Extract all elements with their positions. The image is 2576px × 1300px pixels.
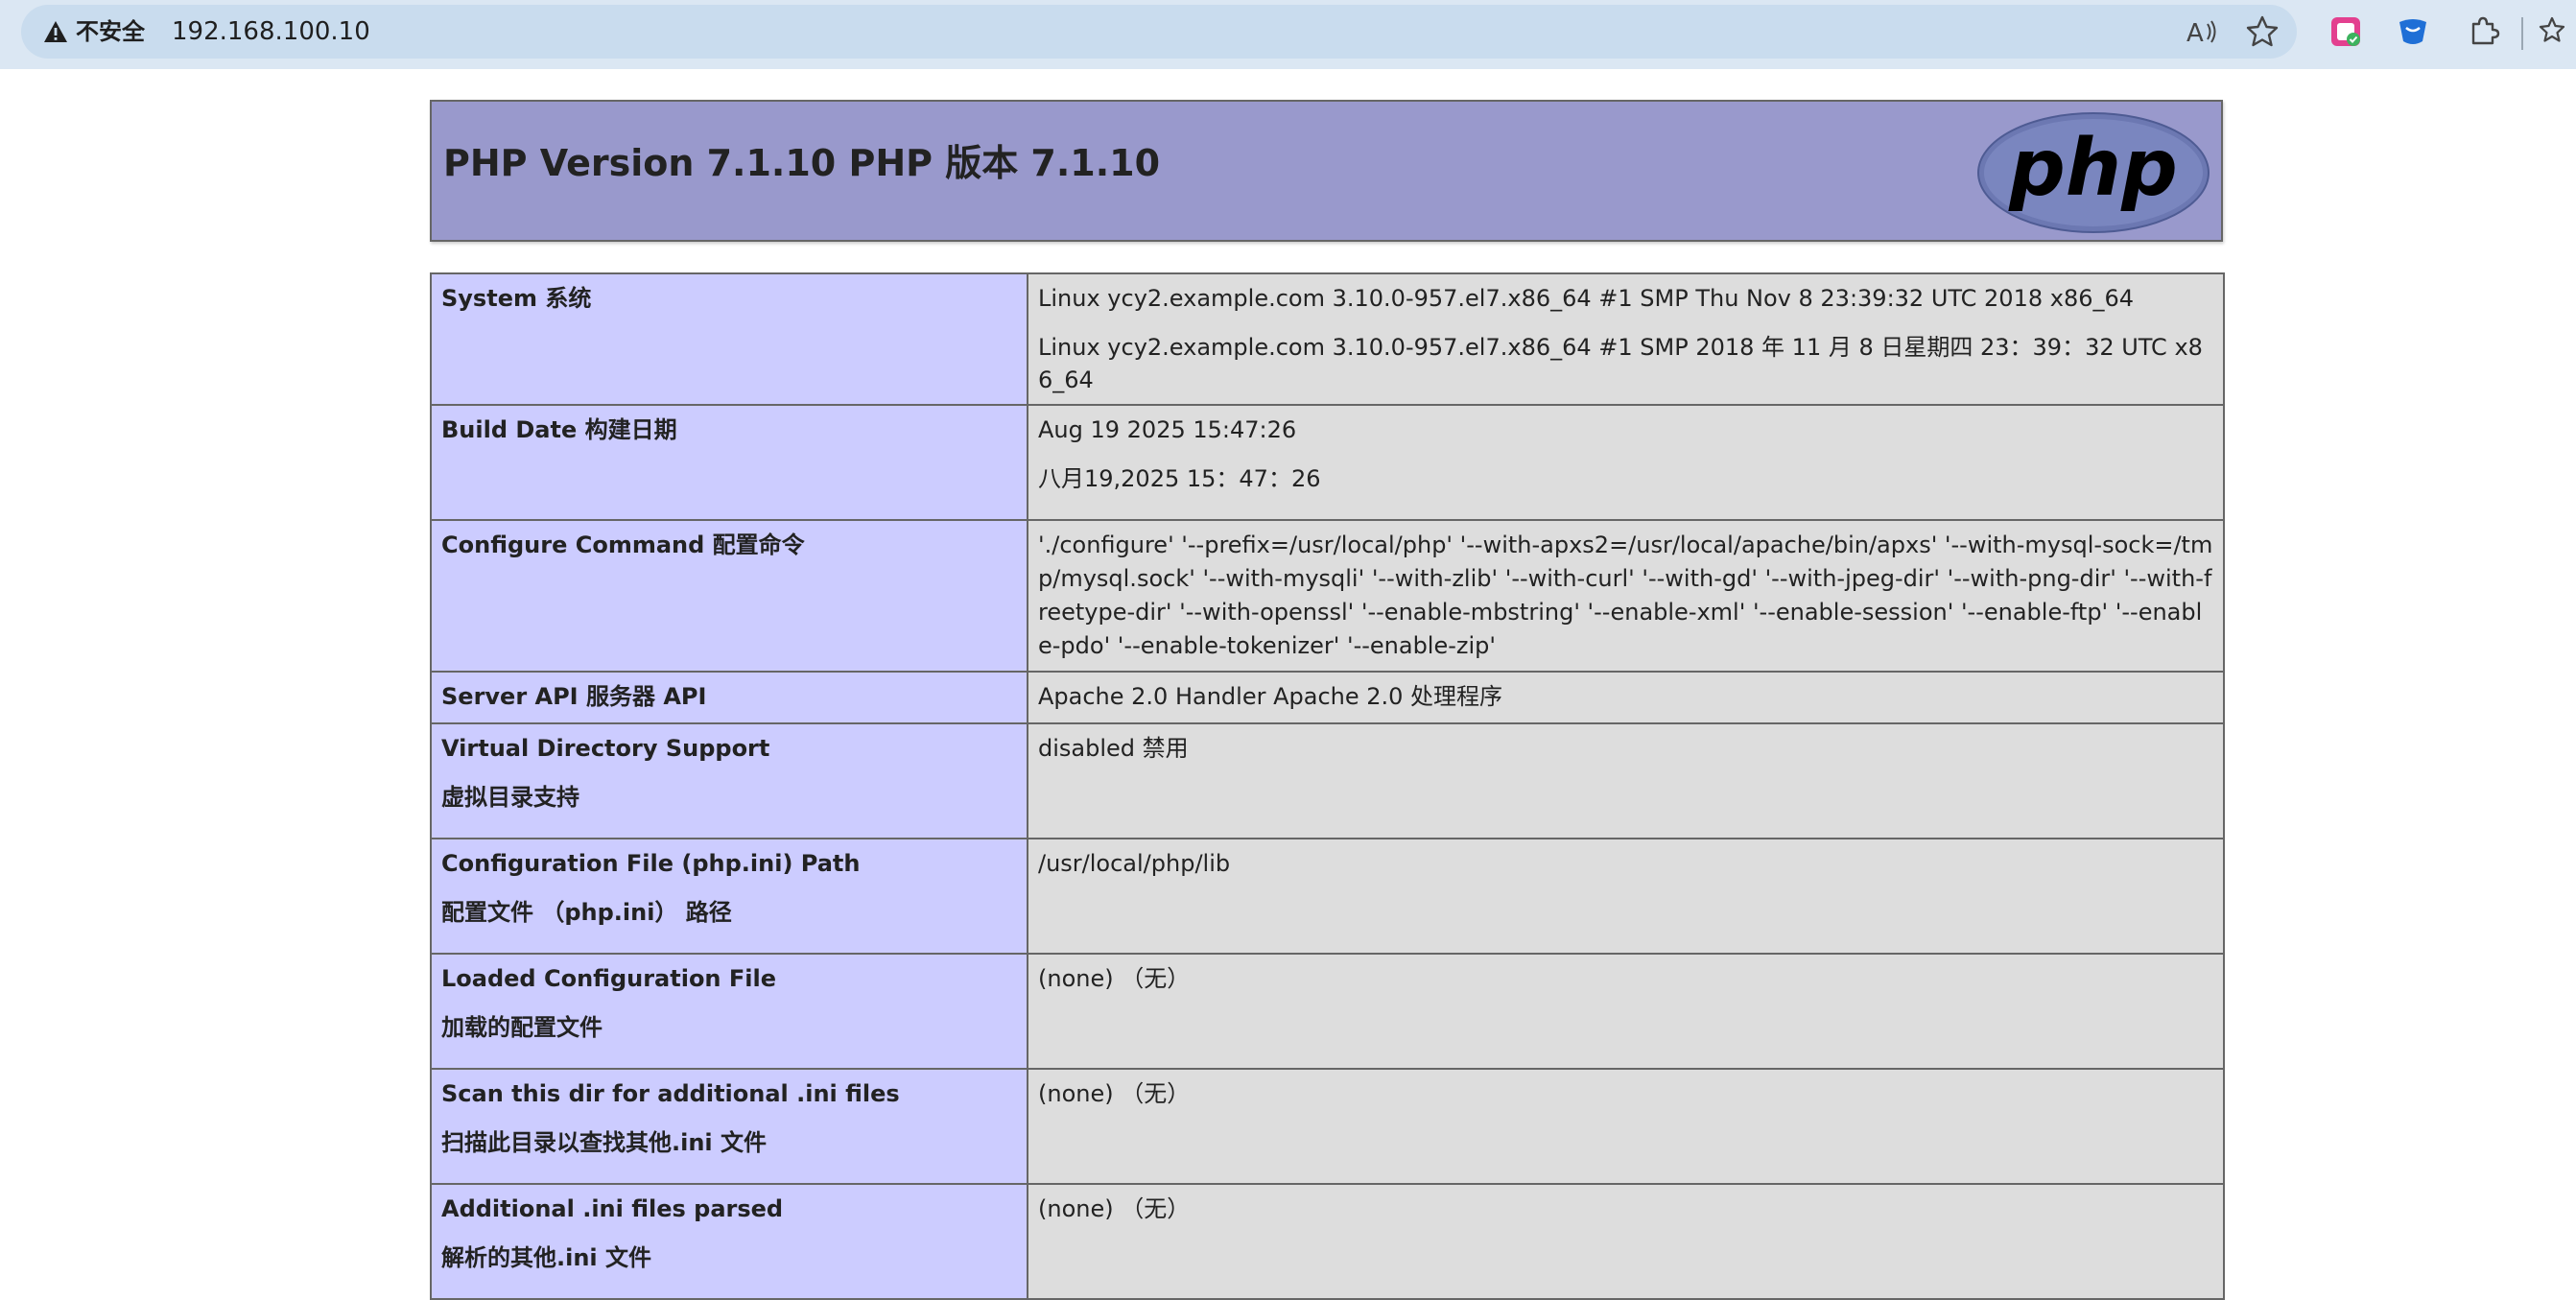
table-row: Virtual Directory Support 虚拟目录支持 disable…	[430, 722, 2225, 839]
key-text: 解析的其他.ini 文件	[441, 1244, 652, 1271]
key-text: 配置文件 （php.ini） 路径	[441, 899, 732, 926]
key-text: System 系统	[441, 285, 592, 312]
value-text: Apache 2.0 Handler Apache 2.0 处理程序	[1038, 683, 1503, 710]
key-text: 加载的配置文件	[441, 1014, 603, 1041]
key-text: Server API 服务器 API	[441, 683, 707, 710]
extension-icon[interactable]	[2394, 12, 2432, 51]
row-value: Apache 2.0 Handler Apache 2.0 处理程序	[1027, 671, 2225, 724]
key-text: Configuration File (php.ini) Path	[441, 850, 861, 877]
row-value: disabled 禁用	[1027, 722, 2225, 839]
row-key: Configuration File (php.ini) Path 配置文件 （…	[430, 838, 1028, 955]
table-row: Additional .ini files parsed 解析的其他.ini 文…	[430, 1183, 2225, 1300]
puzzle-extensions-icon[interactable]	[2464, 12, 2502, 51]
row-value: './configure' '--prefix=/usr/local/php' …	[1027, 519, 2225, 673]
value-text: (none) （无）	[1038, 1080, 1191, 1107]
favorites-list-icon[interactable]	[2538, 12, 2576, 51]
value-text: Aug 19 2025 15:47:26	[1038, 416, 1297, 443]
phpinfo-page: PHP Version 7.1.10 PHP 版本 7.1.10 php Sys…	[430, 100, 2225, 1300]
configure-command-text: './configure' '--prefix=/usr/local/php' …	[1038, 532, 2213, 659]
browser-toolbar: 不安全 192.168.100.10 A	[0, 0, 2576, 69]
key-text: Loaded Configuration File	[441, 965, 776, 992]
page-title: PHP Version 7.1.10 PHP 版本 7.1.10	[443, 142, 1161, 184]
toolbar-separator	[2521, 17, 2523, 50]
row-key: Server API 服务器 API	[430, 671, 1028, 724]
value-text: Linux ycy2.example.com 3.10.0-957.el7.x8…	[1038, 285, 2135, 312]
table-row: Server API 服务器 API Apache 2.0 Handler Ap…	[430, 671, 2225, 724]
row-value: Linux ycy2.example.com 3.10.0-957.el7.x8…	[1027, 272, 2225, 406]
svg-text:A: A	[2186, 19, 2204, 48]
table-row: System 系统 Linux ycy2.example.com 3.10.0-…	[430, 272, 2225, 406]
security-label[interactable]: 不安全	[76, 14, 145, 49]
key-text: Virtual Directory Support	[441, 735, 770, 762]
php-version-header: PHP Version 7.1.10 PHP 版本 7.1.10 php	[430, 100, 2223, 242]
key-text: Scan this dir for additional .ini files	[441, 1080, 900, 1107]
read-aloud-icon[interactable]: A	[2183, 12, 2221, 51]
value-text: /usr/local/php/lib	[1038, 850, 1231, 877]
table-row: Configuration File (php.ini) Path 配置文件 （…	[430, 838, 2225, 955]
row-key: Build Date 构建日期	[430, 404, 1028, 521]
warning-icon[interactable]	[42, 18, 69, 45]
row-key: Scan this dir for additional .ini files …	[430, 1068, 1028, 1185]
row-value: (none) （无）	[1027, 1068, 2225, 1185]
extension-icon[interactable]	[2327, 12, 2365, 51]
key-text: Configure Command 配置命令	[441, 532, 805, 558]
url-text[interactable]: 192.168.100.10	[172, 14, 370, 49]
php-info-table: System 系统 Linux ycy2.example.com 3.10.0-…	[430, 272, 2225, 1300]
table-row: Loaded Configuration File 加载的配置文件 (none)…	[430, 953, 2225, 1070]
row-key: Virtual Directory Support 虚拟目录支持	[430, 722, 1028, 839]
address-bar[interactable]: 不安全 192.168.100.10	[21, 5, 2297, 59]
key-text: Build Date 构建日期	[441, 416, 677, 443]
row-key: Loaded Configuration File 加载的配置文件	[430, 953, 1028, 1070]
row-value: /usr/local/php/lib	[1027, 838, 2225, 955]
value-text: 八月19,2025 15：47：26	[1038, 465, 1321, 492]
php-logo: php	[1977, 112, 2210, 233]
row-value: (none) （无）	[1027, 1183, 2225, 1300]
row-key: Configure Command 配置命令	[430, 519, 1028, 673]
value-text: disabled 禁用	[1038, 735, 1189, 762]
value-text: (none) （无）	[1038, 1195, 1191, 1222]
row-value: (none) （无）	[1027, 953, 2225, 1070]
row-key: System 系统	[430, 272, 1028, 406]
value-text: Linux ycy2.example.com 3.10.0-957.el7.x8…	[1038, 334, 2203, 393]
key-text: Additional .ini files parsed	[441, 1195, 784, 1222]
row-value: Aug 19 2025 15:47:26 八月19,2025 15：47：26	[1027, 404, 2225, 521]
value-text: (none) （无）	[1038, 965, 1191, 992]
key-text: 虚拟目录支持	[441, 784, 579, 811]
php-logo-text: php	[2008, 123, 2178, 214]
table-row: Scan this dir for additional .ini files …	[430, 1068, 2225, 1185]
row-key: Additional .ini files parsed 解析的其他.ini 文…	[430, 1183, 1028, 1300]
favorite-star-icon[interactable]	[2243, 12, 2281, 51]
table-row: Build Date 构建日期 Aug 19 2025 15:47:26 八月1…	[430, 404, 2225, 521]
table-row: Configure Command 配置命令 './configure' '--…	[430, 519, 2225, 673]
key-text: 扫描此目录以查找其他.ini 文件	[441, 1129, 768, 1156]
